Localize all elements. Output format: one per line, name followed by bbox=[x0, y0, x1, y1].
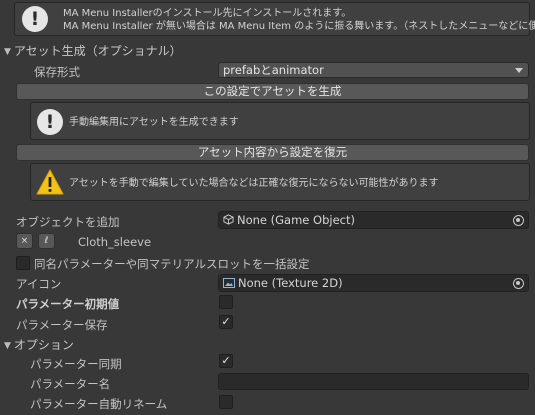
param-rename-checkbox[interactable] bbox=[219, 395, 233, 409]
edit-icon: ℓ bbox=[44, 236, 49, 246]
param-default-label: パラメーター初期値 bbox=[16, 297, 120, 311]
info-helpbox-top: ! MA Menu Installerのインストール先にインストールされます。 … bbox=[14, 2, 535, 36]
object-picker-icon[interactable] bbox=[513, 278, 524, 289]
param-name-input[interactable] bbox=[218, 373, 529, 390]
remove-item-button[interactable]: × bbox=[16, 233, 33, 249]
param-sync-checkbox[interactable]: ✓ bbox=[219, 354, 233, 368]
restore-warning-helpbox: アセットを手動で編集していた場合などは正確な復元にならない可能性があります bbox=[30, 163, 530, 201]
texture-icon bbox=[223, 277, 235, 288]
param-rename-label: パラメーター自動リネーム bbox=[30, 397, 168, 411]
restore-warning-text: アセットを手動で編集していた場合などは正確な復元にならない可能性があります bbox=[69, 178, 439, 189]
close-icon: × bbox=[20, 236, 29, 246]
checkmark-icon: ✓ bbox=[221, 315, 231, 328]
param-save-label: パラメーター保存 bbox=[16, 318, 108, 332]
save-format-label: 保存形式 bbox=[34, 65, 80, 79]
foldout-arrow-icon: ▼ bbox=[4, 341, 11, 351]
warning-icon bbox=[36, 169, 64, 195]
icon-value: None (Texture 2D) bbox=[238, 276, 343, 290]
restore-settings-button[interactable]: アセット内容から設定を復元 bbox=[16, 144, 529, 161]
foldout-arrow-icon: ▼ bbox=[4, 47, 11, 57]
object-picker-icon[interactable] bbox=[513, 215, 524, 226]
generate-info-helpbox: ! 手動編集用にアセットを生成できます bbox=[30, 102, 530, 140]
param-name-label: パラメーター名 bbox=[30, 377, 111, 391]
param-save-checkbox[interactable]: ✓ bbox=[219, 315, 233, 329]
save-format-value: prefabとanimator bbox=[223, 63, 324, 77]
gameobject-cube-icon bbox=[223, 214, 234, 225]
info-line-1: MA Menu Installerのインストール先にインストールされます。 bbox=[63, 8, 352, 19]
param-sync-label: パラメーター同期 bbox=[30, 357, 122, 371]
icon-label: アイコン bbox=[16, 277, 62, 291]
info-line-2: MA Menu Installer が無い場合は MA Menu Item のよ… bbox=[63, 21, 535, 32]
options-section-foldout[interactable]: ▼ オプション bbox=[4, 336, 74, 353]
save-format-dropdown[interactable]: prefabとanimator bbox=[218, 62, 529, 78]
generate-info-text: 手動編集用にアセットを生成できます bbox=[69, 117, 239, 128]
icon-field[interactable]: None (Texture 2D) bbox=[218, 274, 529, 292]
bulk-setting-label: 同名パラメーターや同マテリアルスロットを一括設定 bbox=[34, 257, 310, 271]
add-object-label: オブジェクトを追加 bbox=[16, 215, 120, 229]
generate-asset-button[interactable]: この設定でアセットを生成 bbox=[16, 83, 529, 100]
object-item-name: Cloth_sleeve bbox=[78, 235, 152, 249]
edit-item-button[interactable]: ℓ bbox=[38, 233, 55, 249]
restore-settings-label: アセット内容から設定を復元 bbox=[197, 145, 348, 159]
param-default-checkbox[interactable] bbox=[219, 295, 233, 309]
checkmark-icon: ✓ bbox=[221, 354, 231, 367]
generate-asset-label: この設定でアセットを生成 bbox=[203, 84, 342, 98]
add-object-field[interactable]: None (Game Object) bbox=[218, 211, 529, 229]
asset-section-title: アセット生成（オプショナル） bbox=[13, 44, 182, 58]
chevron-down-icon bbox=[515, 68, 523, 73]
bulk-setting-checkbox[interactable] bbox=[16, 256, 30, 270]
add-object-value: None (Game Object) bbox=[237, 213, 355, 227]
options-section-title: オプション bbox=[13, 338, 74, 352]
asset-section-foldout[interactable]: ▼ アセット生成（オプショナル） bbox=[4, 42, 182, 59]
info-icon: ! bbox=[22, 6, 48, 32]
info-icon: ! bbox=[37, 109, 63, 135]
